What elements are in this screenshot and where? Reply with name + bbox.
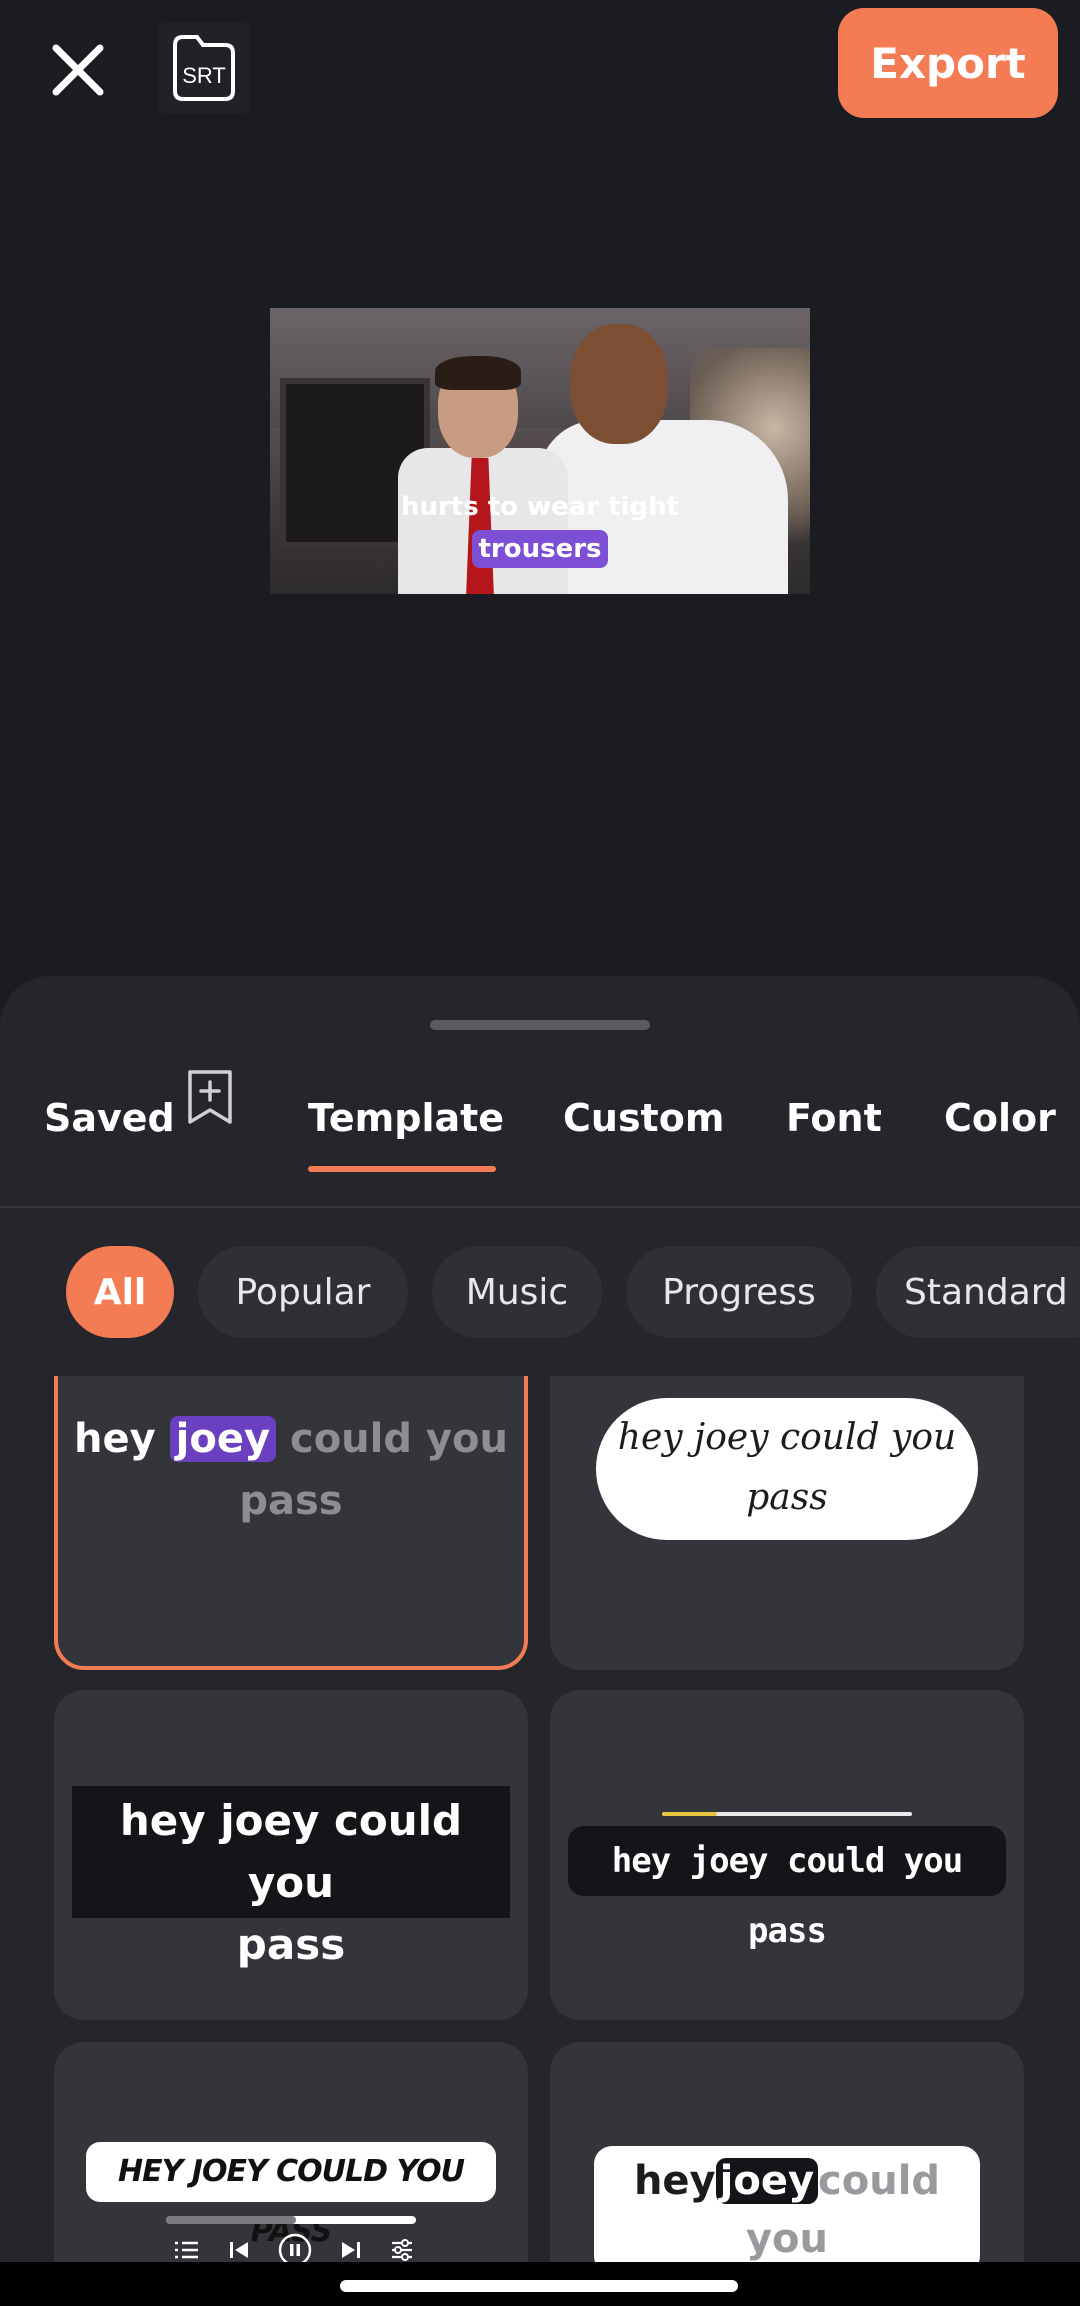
filter-chip-all[interactable]: All [66,1246,174,1338]
template-word: could [289,1416,412,1462]
template-line-1: hey joey could you [617,1417,957,1458]
template-progress-bar [166,2216,416,2224]
caption-style-sheet: Saved Template Custom Font Color All Pop… [0,976,1080,2306]
home-indicator[interactable] [340,2280,738,2292]
template-card-black-box[interactable]: hey joey could you pass [54,1690,528,2020]
template-progress-fill [662,1812,717,1816]
filter-chip-music[interactable]: Music [432,1246,602,1338]
template-word: you [425,1416,508,1462]
style-tabs: Saved Template Custom Font Color [0,1056,1080,1186]
filter-chip-standard[interactable]: Standard [876,1246,1080,1338]
template-word: hey [74,1416,156,1462]
caption-line-1: hurts to wear tight [400,492,680,522]
template-word: hey [633,2158,716,2204]
template-card-progress-bar[interactable]: hey joey could you pass [550,1690,1024,2020]
caption-line-2: trousers [270,530,810,568]
export-button[interactable]: Export [838,8,1058,118]
template-word: could [818,2158,941,2204]
template-word: you [745,2216,829,2262]
next-icon [342,2242,360,2258]
tab-custom[interactable]: Custom [563,1096,724,1140]
caption-highlight-word: trousers [472,530,608,568]
template-progress-bar [662,1812,912,1816]
template-line-1: hey joey could you [119,1796,463,1907]
template-grid: hey joey could you pass hey joey could y… [0,1376,1080,2266]
filter-chip-progress[interactable]: Progress [626,1246,852,1338]
template-highlight-word: joey [715,2158,819,2204]
close-icon [52,44,104,96]
tab-color[interactable]: Color [944,1096,1056,1140]
previous-icon [230,2242,248,2258]
tab-template[interactable]: Template [308,1096,504,1140]
srt-label: SRT [182,63,226,88]
filter-chip-popular[interactable]: Popular [198,1246,408,1338]
filter-chips: All Popular Music Progress Standard [0,1246,1080,1342]
template-word: pass [239,1478,343,1524]
template-caption: HEY JOEY COULD YOU PASS [86,2142,496,2249]
template-highlight-word: joey [169,1416,277,1462]
active-tab-indicator [308,1166,496,1172]
equalizer-icon [392,2239,412,2261]
sheet-drag-handle[interactable] [430,1020,650,1030]
close-button[interactable] [28,20,128,120]
srt-import-button[interactable]: SRT [158,22,250,114]
template-line-2: pass [746,1477,828,1518]
template-card-word-highlight[interactable]: hey joey could you pass [54,1376,528,1670]
template-card-white-box-highlight[interactable]: heyjoeycould you pass [550,2042,1024,2266]
tab-font[interactable]: Font [786,1096,882,1140]
template-line-2: pass [236,1920,346,1969]
tabs-divider [0,1206,1080,1208]
bookmark-add-icon[interactable] [184,1068,236,1126]
player-controls [174,2230,414,2266]
template-progress-fill [166,2216,296,2224]
tab-saved[interactable]: Saved [44,1096,175,1140]
list-icon [175,2241,198,2259]
srt-file-icon: SRT [173,35,235,101]
template-card-handwritten-bubble[interactable]: hey joey could you pass [550,1376,1024,1670]
template-caption: hey joey could you pass [568,1826,1006,1951]
template-card-music-player[interactable]: HEY JOEY COULD YOU PASS [54,2042,528,2266]
video-preview[interactable]: hurts to wear tight trousers [270,308,810,594]
